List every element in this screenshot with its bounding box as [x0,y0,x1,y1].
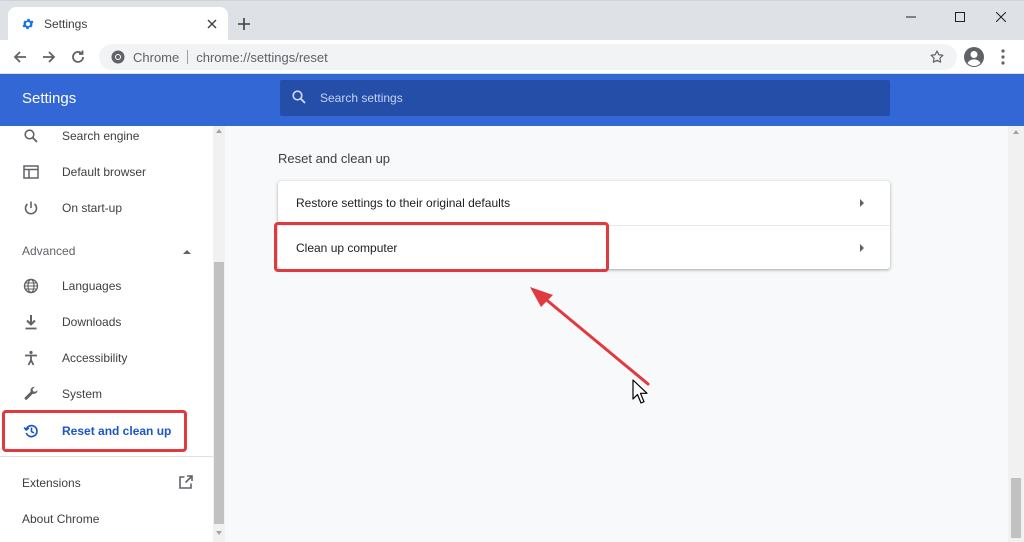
sidebar-item-search-engine[interactable]: Search engine [0,126,213,154]
scrollbar-thumb[interactable] [214,262,224,524]
globe-icon [22,277,40,295]
search-input[interactable] [320,91,878,105]
external-link-icon[interactable] [178,474,194,490]
row-label: Restore settings to their original defau… [296,196,511,210]
star-icon[interactable] [929,49,945,65]
scroll-up-arrow-icon[interactable] [1013,130,1019,134]
wrench-icon [22,385,40,403]
accessibility-icon [22,349,40,367]
new-tab-button[interactable] [234,14,254,34]
sidebar-item-label: Languages [62,279,122,293]
sidebar-item-downloads[interactable]: Downloads [0,304,213,340]
sidebar-item-label: On start-up [62,201,123,215]
minimize-button[interactable] [888,1,934,33]
settings-header: Settings [0,74,1024,126]
settings-sidebar: Search engine Default browser On start-u… [0,126,213,542]
sidebar-item-accessibility[interactable]: Accessibility [0,340,213,376]
highlight-box-sidebar [2,410,187,452]
advanced-section-label[interactable]: Advanced [22,244,75,258]
settings-main: Reset and clean up Restore settings to t… [225,126,1008,542]
browser-toolbar: Chrome chrome://settings/reset [0,40,1024,74]
tab-settings[interactable]: Settings [8,7,228,41]
search-icon [292,90,308,106]
reload-icon[interactable] [66,45,90,69]
tab-title: Settings [44,17,88,31]
section-title: Reset and clean up [278,151,391,166]
window-close-button[interactable] [978,1,1024,33]
scroll-up-arrow-icon[interactable] [216,129,222,133]
sidebar-item-languages[interactable]: Languages [0,268,213,304]
more-menu-icon[interactable] [993,47,1013,67]
sidebar-item-label: Accessibility [62,351,128,365]
scroll-down-arrow-icon[interactable] [216,531,222,535]
tab-strip: Settings [0,0,1024,41]
sidebar-item-system[interactable]: System [0,376,213,412]
url-text[interactable]: chrome://settings/reset [196,50,929,65]
chrome-logo-icon [111,50,125,64]
maximize-button[interactable] [937,1,983,33]
site-chip-label: Chrome [133,49,180,65]
mouse-cursor-icon [632,379,648,404]
sidebar-item-label: System [62,387,103,401]
sidebar-item-extensions[interactable]: Extensions [22,476,81,490]
sidebar-divider [0,456,213,457]
gear-icon [20,16,36,32]
chevron-right-icon [860,199,864,207]
download-icon [22,313,40,331]
highlight-box-clean-up [274,222,609,272]
browser-window-icon [22,163,40,181]
collapse-arrow-icon[interactable] [182,247,192,257]
power-icon [22,199,40,217]
sidebar-item-label: Search engine [62,129,140,143]
page-title: Settings [22,90,77,107]
search-icon [22,127,40,145]
sidebar-item-on-startup[interactable]: On start-up [0,190,213,226]
restore-settings-row[interactable]: Restore settings to their original defau… [278,181,890,225]
sidebar-scrollbar[interactable] [213,126,225,542]
main-scrollbar[interactable] [1008,126,1024,542]
close-icon[interactable] [204,16,220,32]
sidebar-item-default-browser[interactable]: Default browser [0,154,213,190]
sidebar-item-about-chrome[interactable]: About Chrome [22,512,99,526]
sidebar-item-label: Default browser [62,165,147,179]
forward-arrow-icon[interactable] [37,45,61,69]
omnibox-separator [187,50,189,64]
back-arrow-icon[interactable] [8,45,32,69]
sidebar-item-label: Downloads [62,315,122,329]
scrollbar-thumb[interactable] [1011,478,1021,538]
chevron-right-icon [860,243,864,252]
address-bar[interactable]: Chrome chrome://settings/reset [99,44,957,70]
search-box[interactable] [280,80,890,116]
profile-avatar-icon[interactable] [963,46,985,68]
